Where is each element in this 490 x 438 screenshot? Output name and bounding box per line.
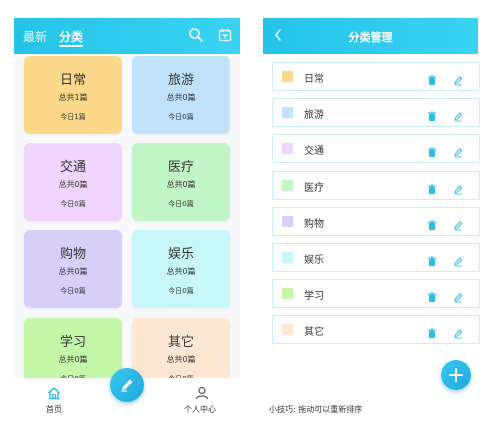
- category-card[interactable]: 旅游总共0篇今日0篇: [132, 56, 230, 134]
- edit-icon[interactable]: [453, 216, 463, 231]
- trash-icon[interactable]: [427, 180, 437, 194]
- category-card[interactable]: 日常总共1篇今日1篇: [24, 56, 122, 134]
- tab-latest[interactable]: 最新: [23, 28, 47, 45]
- category-manage-screen: 分类管理 日常旅游交通医疗购物娱乐学习其它 小技巧: 拖动可以重新排序: [263, 18, 480, 428]
- category-name: 医疗: [167, 160, 194, 175]
- home-icon[interactable]: [46, 385, 62, 401]
- category-row[interactable]: 医疗: [272, 170, 480, 200]
- category-color-swatch: [282, 107, 293, 119]
- category-row[interactable]: 其它: [272, 315, 480, 345]
- category-today-count: 今日0篇: [168, 200, 194, 208]
- trash-icon[interactable]: [427, 252, 437, 266]
- category-name: 交通: [59, 160, 86, 175]
- plus-icon: [449, 368, 463, 382]
- category-color-swatch: [282, 324, 293, 336]
- category-color-swatch: [282, 288, 293, 300]
- category-name: 日常: [59, 73, 86, 88]
- category-row[interactable]: 旅游: [272, 98, 480, 128]
- trash-icon[interactable]: [427, 288, 437, 303]
- category-total-count: 总共0篇: [166, 93, 196, 102]
- category-card[interactable]: 医疗总共0篇今日0篇: [132, 143, 230, 221]
- category-today-count: 今日1篇: [60, 113, 86, 121]
- category-row[interactable]: 娱乐: [272, 243, 480, 272]
- page-title: 分类管理: [348, 31, 393, 44]
- trash-icon[interactable]: [427, 107, 437, 122]
- category-row[interactable]: 购物: [272, 206, 480, 236]
- category-color-swatch: [282, 252, 293, 263]
- category-card[interactable]: 购物总共0篇今日0篇: [24, 230, 122, 308]
- manage-top-bar: 分类管理: [263, 18, 478, 54]
- reorder-tip: 小技巧: 拖动可以重新排序: [269, 405, 363, 414]
- edit-icon[interactable]: [453, 71, 463, 86]
- category-name: 娱乐: [167, 247, 194, 262]
- category-name: 其它: [167, 335, 194, 350]
- category-name: 购物: [59, 247, 86, 262]
- category-color-swatch: [282, 179, 293, 191]
- category-total-count: 总共1篇: [58, 93, 88, 102]
- category-color-swatch: [282, 143, 293, 155]
- category-total-count: 总共0篇: [58, 267, 88, 276]
- edit-icon[interactable]: [453, 143, 463, 158]
- trash-icon[interactable]: [427, 324, 437, 339]
- trash-icon[interactable]: [427, 143, 437, 158]
- category-row-label: 学习: [304, 291, 324, 303]
- trash-icon[interactable]: [427, 71, 437, 85]
- category-total-count: 总共0篇: [166, 180, 196, 189]
- user-icon[interactable]: [194, 385, 210, 401]
- category-total-count: 总共0篇: [58, 180, 88, 189]
- category-name: 旅游: [167, 73, 194, 88]
- category-row-label: 日常: [304, 74, 324, 85]
- category-color-swatch: [282, 215, 293, 227]
- category-total-count: 总共0篇: [166, 267, 196, 276]
- category-row-label: 购物: [304, 218, 324, 230]
- category-row[interactable]: 日常: [272, 62, 480, 91]
- home-top-bar: 最新 分类: [14, 18, 240, 54]
- category-row[interactable]: 学习: [272, 279, 480, 309]
- calendar-icon[interactable]: [217, 27, 233, 43]
- nav-profile-label[interactable]: 个人中心: [184, 404, 216, 415]
- search-icon[interactable]: [188, 27, 204, 43]
- category-name: 学习: [59, 335, 86, 350]
- edit-icon[interactable]: [453, 252, 463, 267]
- category-total-count: 总共0篇: [166, 355, 196, 364]
- pencil-icon: [121, 379, 133, 392]
- category-today-count: 今日0篇: [168, 287, 194, 295]
- category-card[interactable]: 娱乐总共0篇今日0篇: [132, 230, 230, 308]
- edit-icon[interactable]: [453, 180, 463, 195]
- category-row-label: 医疗: [304, 182, 324, 194]
- category-row-label: 其它: [304, 327, 324, 339]
- edit-icon[interactable]: [453, 288, 463, 303]
- category-row-label: 娱乐: [304, 255, 324, 266]
- add-category-button[interactable]: [441, 360, 471, 390]
- category-total-count: 总共0篇: [58, 355, 88, 364]
- edit-icon[interactable]: [453, 107, 463, 122]
- category-today-count: 今日0篇: [60, 287, 86, 295]
- category-home-screen: 最新 分类 日常 总共1篇 今日1篇 旅游 总共0篇 今日0篇 交通 总共0篇 今日0篇 医疗 总共…: [14, 18, 240, 428]
- active-tab-indicator: [59, 45, 83, 47]
- category-today-count: 今日0篇: [60, 200, 86, 208]
- category-row[interactable]: 交通: [272, 134, 480, 164]
- tab-category[interactable]: 分类: [59, 28, 83, 45]
- nav-home-label[interactable]: 首页: [46, 404, 62, 415]
- write-button[interactable]: [110, 368, 144, 402]
- trash-icon[interactable]: [427, 216, 437, 230]
- category-row-label: 交通: [304, 146, 324, 158]
- category-card[interactable]: 交通总共0篇今日0篇: [24, 143, 122, 221]
- edit-icon[interactable]: [453, 324, 463, 339]
- category-row-label: 旅游: [304, 110, 324, 122]
- category-today-count: 今日0篇: [168, 113, 194, 121]
- category-color-swatch: [282, 71, 293, 82]
